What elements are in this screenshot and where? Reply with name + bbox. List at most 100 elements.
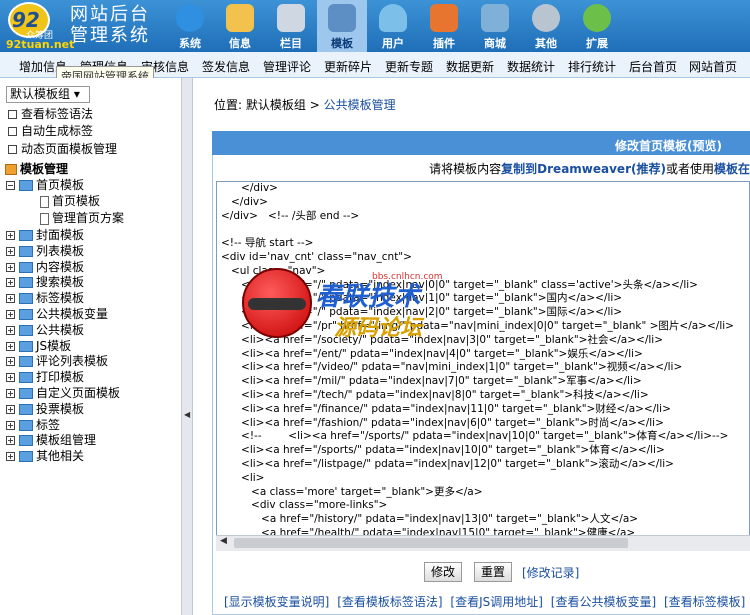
document-icon <box>40 212 49 225</box>
nav-shop[interactable]: 商城 <box>470 0 520 52</box>
sidebar-group-item[interactable]: 模板组管理 <box>6 432 96 448</box>
code-line: <li><a href="/pr" href="/img/" pdata="na… <box>221 319 734 332</box>
expand-icon <box>6 294 15 304</box>
sidebar-group-item[interactable]: JS模板 <box>6 338 71 354</box>
folder-icon <box>19 388 33 399</box>
notice-link-dreamweaver[interactable]: 复制到Dreamweaver(推荐) <box>501 162 666 176</box>
nav-template[interactable]: 模板 <box>317 0 367 52</box>
template-code-textarea[interactable]: </div> </div> </div> <!-- /头部 end --> <!--… <box>216 181 750 551</box>
folder-icon <box>19 230 33 241</box>
expand-icon <box>6 436 15 446</box>
folder-icon <box>19 372 33 384</box>
subnav-update-fragments[interactable]: 更新碎片 <box>324 58 372 75</box>
nav-label: 栏目 <box>280 37 302 50</box>
nav-other[interactable]: 其他 <box>521 0 571 52</box>
sidebar-group-item[interactable]: 评论列表模板 <box>6 353 108 369</box>
bottom-links: [显示模板变量说明] [查看模板标签语法] [查看JS调用地址] [查看公共模板… <box>224 593 749 610</box>
sidebar-item-auto-generate-tag[interactable]: 自动生成标签 <box>8 123 93 139</box>
sidebar-splitter[interactable] <box>181 78 193 615</box>
expand-icon <box>6 262 15 272</box>
sidebar-item-label: JS模板 <box>36 338 72 353</box>
folder-icon <box>19 293 33 305</box>
link-tag-template[interactable]: [查看标签模板] <box>664 595 745 609</box>
system-title-line2: 管理系统 <box>70 25 150 46</box>
sidebar-group-item[interactable]: 投票模板 <box>6 401 84 417</box>
nav-user[interactable]: 用户 <box>368 0 418 52</box>
sidebar-group-item[interactable]: 打印模板 <box>6 369 84 385</box>
scroll-thumb[interactable] <box>234 538 628 548</box>
folder-icon <box>19 356 33 368</box>
pencil-doc-icon <box>226 4 254 32</box>
sidebar-section-title: 模板管理 <box>5 161 68 177</box>
sidebar-group-home[interactable]: 首页模板 <box>6 177 84 193</box>
sidebar-item-label: 内容模板 <box>36 259 85 274</box>
collapse-arrow-icon[interactable]: ◀ <box>184 410 190 419</box>
sidebar-item-label: 打印模板 <box>36 370 85 385</box>
sidebar-item-label: 封面模板 <box>36 228 85 242</box>
sidebar-item-home-template[interactable]: 首页模板 <box>40 193 100 209</box>
nav-column[interactable]: 栏目 <box>266 0 316 52</box>
sidebar-group-item[interactable]: 其他相关 <box>6 448 84 464</box>
link-template-variable-help[interactable]: [显示模板变量说明] <box>224 595 329 609</box>
edit-history-link[interactable]: [修改记录] <box>522 564 579 581</box>
sidebar-group-item[interactable]: 公共模板变量 <box>6 306 108 322</box>
breadcrumb-separator: > <box>309 98 320 112</box>
sidebar-group-item[interactable]: 内容模板 <box>6 259 84 275</box>
subnav-rank-stats[interactable]: 排行统计 <box>568 58 616 75</box>
logo[interactable]: 92 众筹团 92tuan.net <box>4 2 74 51</box>
expand-icon <box>6 246 15 256</box>
code-line: <div class="more-links"> <box>221 499 388 512</box>
subnav-data-update[interactable]: 数据更新 <box>446 58 494 75</box>
sidebar-item-home-scheme[interactable]: 管理首页方案 <box>40 210 124 226</box>
nav-extend[interactable]: 扩展 <box>572 0 622 52</box>
sidebar-group-item[interactable]: 封面模板 <box>6 227 84 243</box>
subnav-site-home[interactable]: 网站首页 <box>689 58 737 75</box>
breadcrumb-prefix: 位置: 默认模板组 <box>214 98 306 112</box>
subnav-data-stats[interactable]: 数据统计 <box>507 58 555 75</box>
checkbox-icon <box>8 110 17 119</box>
breadcrumb-link[interactable]: 公共模板管理 <box>324 98 396 112</box>
sidebar-group-item[interactable]: 公共模板 <box>6 322 84 338</box>
sidebar-item-label: 自动生成标签 <box>21 124 94 138</box>
code-line: <li><a href="/video/" pdata="nav|mini_in… <box>221 361 683 374</box>
subnav-issue-info[interactable]: 签发信息 <box>202 58 250 75</box>
nav-system[interactable]: 系统 <box>165 0 215 52</box>
code-line: <li> <box>221 471 265 484</box>
nav-info[interactable]: 信息 <box>215 0 265 52</box>
code-line: <li><a href="/" pdata="index|nav|0|0" ta… <box>221 278 698 291</box>
notice-text: 请将模板内容 <box>429 162 502 176</box>
template-group-select[interactable]: 默认模板组 ▾ <box>6 86 90 103</box>
nav-plugin[interactable]: 插件 <box>419 0 469 52</box>
template-icon <box>328 4 356 32</box>
sidebar-group-item[interactable]: 列表模板 <box>6 243 84 259</box>
folder-icon <box>19 277 33 289</box>
sidebar-group-item[interactable]: 自定义页面模板 <box>6 385 120 401</box>
sidebar-item-view-tag-syntax[interactable]: 查看标签语法 <box>8 106 93 122</box>
subnav-manage-comments[interactable]: 管理评论 <box>263 58 311 75</box>
folder-icon <box>19 435 33 447</box>
expand-icon <box>6 278 15 288</box>
expand-icon <box>6 389 15 398</box>
sidebar-item-label: 查看标签语法 <box>21 107 94 121</box>
scroll-left-icon[interactable]: ◀ <box>220 536 227 546</box>
edit-button[interactable]: 修改 <box>424 562 463 582</box>
notice-link-online[interactable]: 模板在 <box>714 162 750 176</box>
expand-icon <box>6 231 15 240</box>
subnav-admin-home[interactable]: 后台首页 <box>629 58 677 75</box>
link-public-variables[interactable]: [查看公共模板变量] <box>551 595 656 609</box>
code-line: <div id='nav_cnt' class="nav_cnt"> <box>221 250 412 263</box>
copy-notice: 请将模板内容复制到Dreamweaver(推荐)或者使用模板在 <box>212 160 750 177</box>
code-line: <li><a href="/mil/" pdata="index|nav|7|0… <box>221 375 642 388</box>
link-js-address[interactable]: [查看JS调用地址] <box>450 595 543 609</box>
sidebar-group-item[interactable]: 搜索模板 <box>6 274 84 290</box>
sidebar-group-item[interactable]: 标签模板 <box>6 290 84 306</box>
link-tag-syntax[interactable]: [查看模板标签语法] <box>337 595 442 609</box>
folder-icon <box>277 4 305 32</box>
sidebar-item-dynamic-template[interactable]: 动态页面模板管理 <box>8 141 117 157</box>
sidebar-item-label: 动态页面模板管理 <box>21 142 118 156</box>
sidebar-group-item[interactable]: 标签 <box>6 417 60 433</box>
subnav-update-topics[interactable]: 更新专题 <box>385 58 433 75</box>
reset-button[interactable]: 重置 <box>474 562 513 582</box>
notice-text: 或者使用 <box>665 162 714 176</box>
